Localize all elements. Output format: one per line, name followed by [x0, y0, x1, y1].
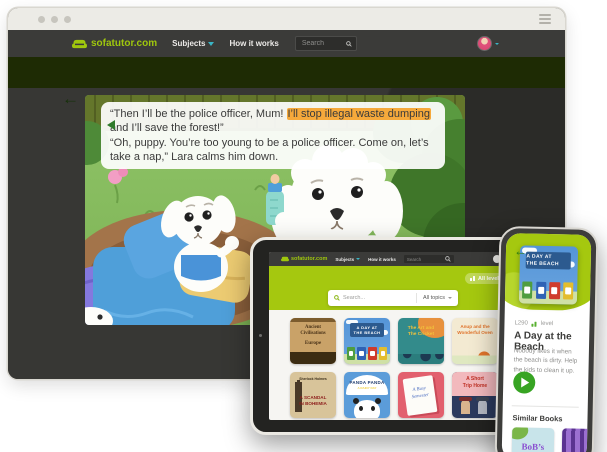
- caret-down-icon: [448, 297, 452, 299]
- logo-text: sofatutor.com: [291, 256, 327, 262]
- book-cover-wonderful-oven[interactable]: Anup and the Wonderful Oven: [452, 318, 498, 364]
- nav-how-it-works[interactable]: How it works: [368, 257, 396, 262]
- book-grid: Ancient Civilisations Europe A DAY AT TH…: [290, 318, 498, 418]
- user-avatar[interactable]: [477, 36, 499, 51]
- highlighted-phrase: I’ll stop illegal waste dumping: [287, 108, 431, 120]
- caret-down-icon: [208, 42, 214, 46]
- sofatutor-logo[interactable]: sofatutor.com: [281, 256, 327, 262]
- search-icon: [445, 256, 451, 262]
- book-cover-short-trip-home[interactable]: A Short Trip Home: [452, 372, 498, 418]
- navbar-search[interactable]: Search: [404, 255, 454, 263]
- bar-chart-icon: [532, 321, 537, 326]
- phone-mockup: ← A DAY AT THE BEACH L290 level A Day at…: [494, 226, 598, 452]
- book-title-line: THE BEACH: [526, 260, 570, 268]
- window-controls: [38, 16, 71, 23]
- bar-chart-icon: [470, 276, 475, 281]
- book-title-line: Wonderful Oven: [452, 330, 498, 336]
- panda-art: [354, 400, 379, 418]
- story-text: “Then I’ll be the police officer, Mum!: [110, 108, 287, 120]
- logo-text: sofatutor.com: [91, 38, 157, 49]
- topics-dropdown[interactable]: All topics: [416, 293, 452, 303]
- window-dot[interactable]: [38, 16, 45, 23]
- navbar-search[interactable]: [295, 36, 357, 51]
- window-dot[interactable]: [51, 16, 58, 23]
- nav-subjects-label: Subjects: [172, 39, 205, 48]
- book-title-line: in Bohemia: [290, 401, 336, 407]
- book-title-plaque: A DAY AT THE BEACH: [526, 251, 570, 269]
- similar-book-purple[interactable]: [562, 428, 592, 452]
- site-navbar: sofatutor.com Subjects How it works: [8, 30, 565, 57]
- phone-screen: ← A DAY AT THE BEACH L290 level A Day at…: [502, 233, 592, 452]
- book-title-line: The Cricket: [398, 332, 444, 338]
- story-paragraph-2: “Oh, puppy. You’re too young to be a pol…: [110, 136, 436, 165]
- book-cover-art-and-cricket[interactable]: The Art and The Cricket: [398, 318, 444, 364]
- play-button[interactable]: [513, 371, 535, 393]
- caret-down-icon: [356, 258, 360, 260]
- figure-art: [461, 400, 470, 414]
- story-text: and I’ll save the forest!”: [110, 122, 224, 134]
- book-title-line: BoB’s: [512, 441, 554, 452]
- similar-books-row: BoB’s: [512, 427, 592, 452]
- nav-how-it-works-label: How it works: [368, 257, 396, 262]
- page-header-band: [8, 57, 565, 88]
- search-icon: [334, 295, 340, 301]
- nav-how-it-works[interactable]: How it works: [229, 39, 278, 48]
- navbar-search-input[interactable]: [300, 39, 346, 48]
- book-cover-scandal-in-bohemia[interactable]: Sherlock Holmes A Scandal in Bohemia: [290, 372, 336, 418]
- sofa-icon: [281, 256, 289, 262]
- topics-label: All topics: [423, 295, 445, 301]
- book-cover-day-at-beach: A DAY AT THE BEACH: [518, 245, 577, 304]
- play-triangle-icon[interactable]: [107, 120, 115, 130]
- book-cover-day-at-beach[interactable]: A DAY AT THE BEACH: [344, 318, 390, 364]
- play-icon: [521, 377, 529, 387]
- search-placeholder: Search...: [343, 295, 365, 301]
- hamburger-menu-icon[interactable]: [539, 14, 551, 24]
- nav-subjects-label: Subjects: [335, 257, 354, 262]
- window-dot[interactable]: [64, 16, 71, 23]
- story-text-bubble: “Then I’ll be the police officer, Mum! I…: [101, 102, 445, 169]
- book-title-plaque: A DAY AT THE BEACH: [350, 323, 385, 338]
- similar-books-heading: Similar Books: [512, 413, 562, 423]
- browser-titlebar: [8, 8, 565, 30]
- nav-how-it-works-label: How it works: [229, 39, 278, 48]
- figure-art: [478, 400, 487, 414]
- search-icon: [346, 41, 352, 47]
- back-button[interactable]: ←: [514, 243, 527, 258]
- story-paragraph-1: “Then I’ll be the police officer, Mum! I…: [110, 107, 436, 136]
- level-label: level: [541, 321, 553, 327]
- book-cover-panda-panda[interactable]: PANDA PANDA A RAINY DAY: [344, 372, 390, 418]
- book-title-line: A Short: [452, 376, 498, 383]
- book-title-line: Europe: [290, 340, 336, 346]
- book-cover-busy-semester[interactable]: A Busy Semester: [398, 372, 444, 418]
- sofatutor-logo[interactable]: sofatutor.com: [72, 38, 157, 49]
- book-title-plaque: A Short Trip Home: [452, 372, 498, 396]
- level-badge: L290 level: [514, 320, 553, 327]
- recycling-bins-art: [347, 347, 388, 361]
- avatar-image: [477, 36, 492, 51]
- recycling-bins-art: [522, 281, 573, 299]
- tablet-search-bar[interactable]: Search... All topics: [328, 290, 458, 306]
- search-placeholder: Search: [407, 257, 421, 262]
- book-title-line: Sherlock Holmes: [290, 377, 336, 381]
- sofa-icon: [72, 39, 87, 49]
- umbrella-art: PANDA PANDA A RAINY DAY: [346, 375, 388, 395]
- notebook-art: A Busy Semester: [403, 375, 438, 416]
- divider: [512, 405, 579, 407]
- stage: sofatutor.com Subjects How it works: [0, 0, 607, 452]
- level-code: L290: [514, 320, 527, 326]
- nav-subjects[interactable]: Subjects: [335, 257, 360, 262]
- caret-down-icon: [495, 43, 499, 45]
- back-button[interactable]: ←: [62, 90, 79, 108]
- book-title-line: THE BEACH: [350, 330, 385, 335]
- book-title-line: PANDA PANDA: [346, 380, 388, 385]
- book-title-line: A RAINY DAY: [346, 386, 388, 390]
- similar-book-bobs[interactable]: BoB’s: [512, 427, 555, 452]
- book-title-line: Trip Home: [452, 383, 498, 390]
- tablet-camera: [259, 334, 262, 337]
- book-cover-ancient-civilisations[interactable]: Ancient Civilisations Europe: [290, 318, 336, 364]
- nav-subjects[interactable]: Subjects: [172, 39, 214, 48]
- book-title-line: Civilisations: [290, 331, 336, 337]
